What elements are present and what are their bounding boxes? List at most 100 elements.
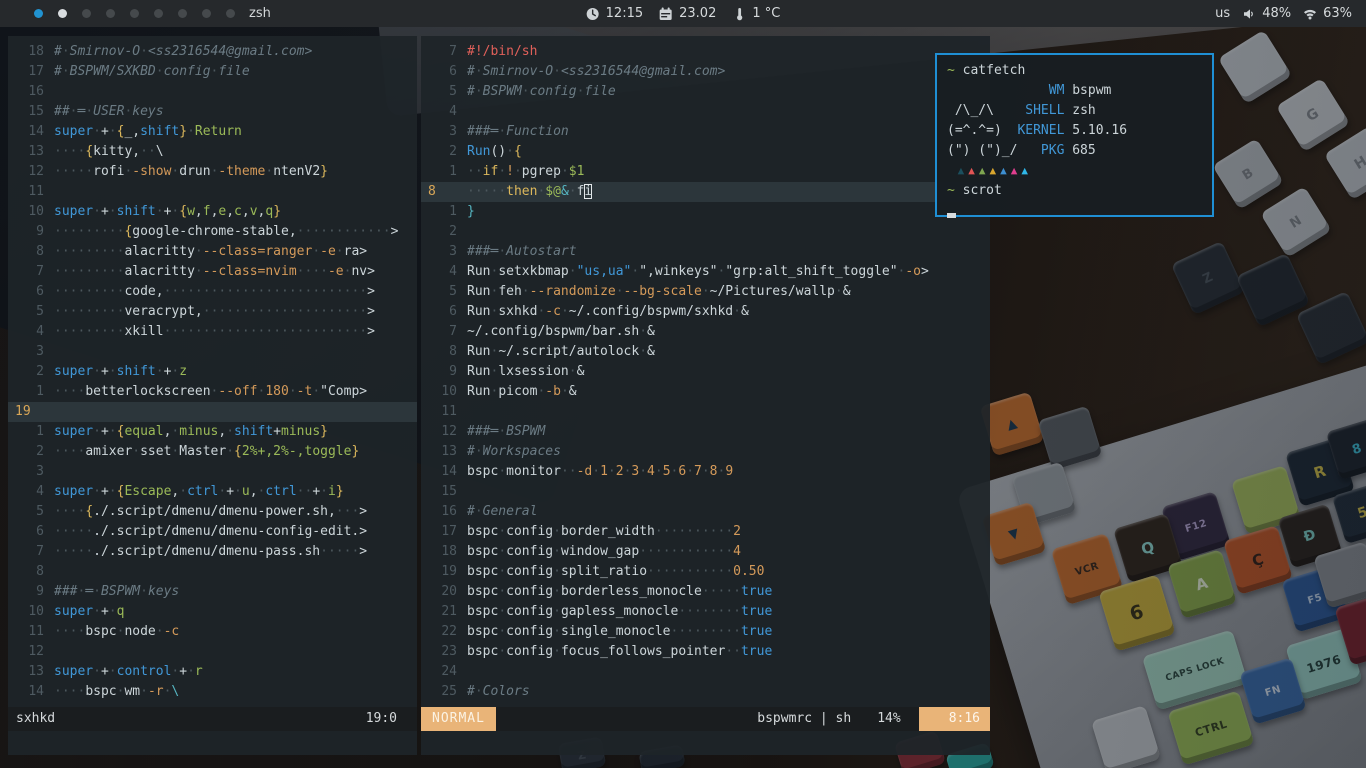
terminal-window-bspwmrc[interactable]: 7#!/bin/sh6#·Smirnov-O·<ss2316544@gmail.… <box>421 36 990 755</box>
vim-buffer-sxhkd[interactable]: 18#·Smirnov-O·<ss2316544@gmail.com>17#·B… <box>8 36 417 707</box>
line-text: #·BSPWM·config·file <box>467 82 616 102</box>
line-text: bspc·config·window_gap············4 <box>467 542 741 562</box>
vim-mode-indicator: NORMAL <box>421 707 496 731</box>
wifi-value: 63% <box>1323 6 1352 21</box>
line-number: 18 <box>421 542 457 562</box>
vim-line: 2super·+·shift·+·z <box>8 362 417 382</box>
line-text: Run()·{ <box>467 142 522 162</box>
line-text: super·+·{_,shift}·Return <box>54 122 242 142</box>
vim-line: 25#·Colors <box>421 682 990 702</box>
line-number: 6 <box>421 62 457 82</box>
line-number: 10 <box>8 602 44 622</box>
line-text: } <box>467 202 475 222</box>
vim-line: 1} <box>421 202 990 222</box>
line-number: 16 <box>421 502 457 522</box>
line-number: 7 <box>421 42 457 62</box>
vim-line: 6#·Smirnov-O·<ss2316544@gmail.com> <box>421 62 990 82</box>
vim-line: 10super·+·q <box>8 602 417 622</box>
line-number: 21 <box>421 602 457 622</box>
line-text: ····betterlockscreen·--off·180·-t·"Comp> <box>54 382 367 402</box>
line-text: Run·~/.script/autolock·& <box>467 342 655 362</box>
line-number: 1 <box>8 382 44 402</box>
workspace-dot-5[interactable] <box>130 9 139 18</box>
line-text: ····bspc·node·-c <box>54 622 179 642</box>
line-text: ·····./.script/dmenu/dmenu-config-edit.> <box>54 522 367 542</box>
line-text: ~/.config/bspwm/bar.sh·& <box>467 322 655 342</box>
vim-line: 3###═·Function <box>421 122 990 142</box>
workspace-dot-8[interactable] <box>202 9 211 18</box>
line-text: ·····then·$@&·fi <box>467 182 592 202</box>
statusline-filename: bspwmrc | sh <box>757 709 851 729</box>
workspace-dot-9[interactable] <box>226 9 235 18</box>
line-number: 8 <box>421 342 457 362</box>
vim-line: 8 Run·~/.script/autolock·& <box>421 342 990 362</box>
statusline-filename: sxhkd <box>8 709 55 729</box>
line-number: 13 <box>421 442 457 462</box>
line-number: 14 <box>8 682 44 702</box>
vim-line: 9Run·lxsession·& <box>421 362 990 382</box>
line-text: ·········alacritty·--class=ranger·-e·ra> <box>54 242 367 262</box>
date-value: 23.02 <box>679 6 716 21</box>
vim-line: 8 ·········alacritty·--class=ranger·-e·ra… <box>8 242 417 262</box>
workspace-dot-3[interactable] <box>82 9 91 18</box>
line-number: 22 <box>421 622 457 642</box>
vim-statusline-bspwmrc: NORMAL bspwmrc | sh 14% 8:16 <box>421 707 990 731</box>
line-number: 25 <box>421 682 457 702</box>
vim-line: 17#·BSPWM/SXKBD·config·file <box>8 62 417 82</box>
line-number: 23 <box>421 642 457 662</box>
line-text: ###═·Autostart <box>467 242 577 262</box>
vim-line: 11····bspc·node·-c <box>8 622 417 642</box>
status-bar: zsh 12:15 23.02 1 °C us 48% 63% <box>0 0 1366 27</box>
keyboard-layout-indicator[interactable]: us <box>1215 6 1230 21</box>
terminal-window-sxhkd[interactable]: 18#·Smirnov-O·<ss2316544@gmail.com>17#·B… <box>8 36 417 755</box>
line-number: 10 <box>421 382 457 402</box>
vim-line: 15 <box>421 482 990 502</box>
fetch-info-pkg: (") (")_/ PKG 685 <box>947 141 1202 161</box>
line-text: ·····rofi·-show·drun·-theme·ntenV2} <box>54 162 328 182</box>
line-number: 4 <box>421 102 457 122</box>
workspace-dot-6[interactable] <box>154 9 163 18</box>
vim-buffer-bspwmrc[interactable]: 7#!/bin/sh6#·Smirnov-O·<ss2316544@gmail.… <box>421 36 990 707</box>
line-text: ·········alacritty·--class=nvim····-e·nv… <box>54 262 375 282</box>
line-number: 10 <box>8 202 44 222</box>
vim-line: 20bspc·config·borderless_monocle·····tru… <box>421 582 990 602</box>
temperature-value: 1 °C <box>752 6 780 21</box>
workspace-dot-2[interactable] <box>58 9 67 18</box>
line-number: 19 <box>8 402 44 422</box>
vim-cmdline-empty <box>8 731 417 755</box>
line-text: Run·setxkbmap·"us,ua"·",winkeys"·"grp:al… <box>467 262 929 282</box>
workspace-dot-1[interactable] <box>34 9 43 18</box>
line-text: super·+·shift·+·z <box>54 362 187 382</box>
line-text: ·········{google-chrome-stable,·········… <box>54 222 398 242</box>
vim-line: 11 <box>8 182 417 202</box>
fetch-color-palette: ▲▲▲▲▲▲▲ <box>947 161 1202 181</box>
vim-statusline-sxhkd: sxhkd 19:0 <box>8 707 417 731</box>
line-number: 2 <box>421 142 457 162</box>
calendar-icon <box>659 7 673 21</box>
vim-line: 3###═·Autostart <box>421 242 990 262</box>
floating-terminal-catfetch[interactable]: ~ catfetch WM bspwm /\_/\ SHELL zsh(=^.^… <box>935 53 1214 217</box>
line-number: 17 <box>421 522 457 542</box>
vim-line: 8 <box>8 562 417 582</box>
vim-line: 12###═·BSPWM <box>421 422 990 442</box>
line-number: 9 <box>8 582 44 602</box>
workspace-dot-7[interactable] <box>178 9 187 18</box>
fetch-info-shell: /\_/\ SHELL zsh <box>947 101 1202 121</box>
vim-line: 7~/.config/bspwm/bar.sh·& <box>421 322 990 342</box>
volume-module[interactable]: 48% <box>1242 6 1291 21</box>
line-number: 1 <box>421 202 457 222</box>
wifi-module[interactable]: 63% <box>1303 6 1352 21</box>
vim-cursor-hollow: i <box>584 184 592 199</box>
line-text: bspc·config·border_width··········2 <box>467 522 741 542</box>
line-text: #·General <box>467 502 537 522</box>
speaker-icon <box>1242 7 1256 21</box>
fetch-info-wm: WM bspwm <box>947 81 1202 101</box>
line-number: 4 <box>421 262 457 282</box>
line-number: 11 <box>421 402 457 422</box>
line-number: 8 <box>8 242 44 262</box>
line-number: 4 <box>8 482 44 502</box>
line-number: 15 <box>421 482 457 502</box>
workspace-dot-4[interactable] <box>106 9 115 18</box>
focused-window-title: zsh <box>249 6 271 21</box>
vim-line: 2····amixer·sset·Master·{2%+,2%-,toggle} <box>8 442 417 462</box>
